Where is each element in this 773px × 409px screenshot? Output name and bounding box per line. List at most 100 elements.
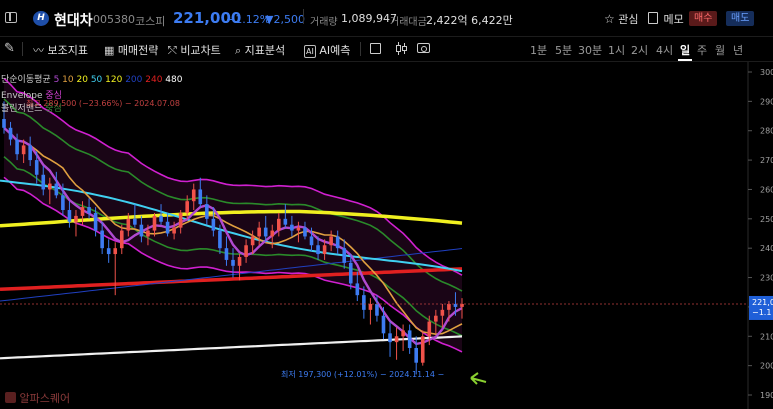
y-tick-label: 260 (760, 185, 773, 194)
star-icon: ☆ (604, 12, 615, 26)
candle-body (244, 245, 248, 257)
candle-body (54, 183, 59, 196)
ma-period-20: 20 (73, 75, 88, 85)
candle-body (113, 248, 118, 255)
candle-body (460, 303, 464, 307)
timeframe-9[interactable]: 년 (733, 42, 743, 58)
candle-body (8, 127, 13, 140)
candle-body (172, 227, 176, 234)
candle-body (126, 218, 131, 231)
candle-body (159, 215, 163, 222)
candle-body (453, 303, 458, 307)
candle-body (362, 295, 366, 310)
candle-body (447, 303, 451, 310)
sidebar-toggle-icon[interactable] (5, 12, 17, 23)
candle-body (316, 245, 320, 255)
candle-body (15, 139, 19, 155)
candle-body (48, 183, 52, 190)
y-tick-label: 300 (760, 68, 773, 77)
amount-label: 거래대금 (390, 17, 427, 28)
y-tick-label: 230 (760, 274, 773, 283)
candle-body (401, 330, 405, 337)
indicator-chart-icon: 〰 (33, 44, 44, 57)
timeframe-3[interactable]: 1시 (608, 42, 625, 58)
high-marker-label: 최고 289,500 (−23.66%) − 2024.07.08 (26, 99, 180, 108)
candle-body (100, 230, 104, 249)
strategy-button[interactable]: ▦ 매매전략 (104, 42, 158, 58)
buy-button[interactable]: 매수 (689, 11, 718, 26)
candle-body (237, 256, 242, 266)
candle-body (41, 174, 46, 190)
candle-body (231, 259, 235, 266)
y-tick-label: 240 (760, 244, 773, 253)
stock-name: 현대차 (54, 13, 93, 29)
strategy-label: 매매전략 (117, 44, 159, 57)
price-chart[interactable]: 300290280270260250240230220210200190221,… (0, 62, 773, 409)
timeframe-4[interactable]: 2시 (631, 42, 648, 58)
candle-body (106, 248, 111, 255)
candle-body (224, 248, 229, 260)
candle-body (178, 212, 183, 228)
watermark: 알파스퀘어 (5, 390, 70, 406)
candle-body (329, 236, 333, 246)
candle-body (434, 315, 438, 322)
ma-period-120: 120 (102, 75, 123, 85)
compare-icon: ⤲ (168, 44, 177, 57)
candle-body (61, 195, 65, 211)
candle-body (67, 210, 72, 222)
ma-period-10: 10 (59, 75, 74, 85)
ai-predict-button[interactable]: AI AI예측 (304, 42, 350, 58)
y-tick-label: 250 (760, 215, 773, 224)
compare-button[interactable]: ⤲ 비교차트 (168, 42, 221, 58)
timeframe-6[interactable]: 일 (680, 42, 690, 58)
candlestick-icon[interactable] (396, 42, 408, 55)
green-arrow-icon (470, 372, 487, 385)
divider (303, 9, 304, 24)
candle-body (80, 207, 85, 216)
watermark-text: 알파스퀘어 (19, 392, 71, 405)
candle-body (303, 227, 307, 237)
ma-period-200: 200 (122, 75, 143, 85)
timeframe-0[interactable]: 1분 (530, 42, 547, 58)
candle-body (381, 315, 386, 334)
candle-body (407, 330, 412, 349)
camera-icon[interactable] (417, 43, 430, 53)
candle-body (348, 262, 353, 284)
timeframe-1[interactable]: 5분 (555, 42, 572, 58)
candle-body (34, 160, 39, 175)
candle-body (146, 230, 150, 237)
candle-body (133, 218, 137, 225)
active-timeframe-underline (678, 59, 692, 61)
candle-body (414, 348, 418, 363)
candle-body (21, 145, 26, 155)
candle-body (74, 215, 78, 222)
memo-button[interactable]: 메모 (648, 11, 684, 27)
candle-body (93, 212, 98, 231)
volume-label: 거래량 (310, 17, 338, 28)
chart-type-square-icon[interactable] (370, 43, 381, 54)
candle-body (191, 189, 196, 202)
candle-body (342, 248, 347, 263)
ma-period-50: 50 (87, 75, 103, 85)
analysis-button[interactable]: ⌕ 지표분석 (235, 42, 285, 58)
candle-body (185, 201, 189, 213)
divider (22, 42, 23, 56)
candle-body (28, 145, 32, 161)
timeframe-5[interactable]: 4시 (656, 42, 673, 58)
candle-body (290, 224, 294, 231)
candle-body (309, 236, 314, 246)
analysis-label: 지표분석 (244, 44, 286, 57)
candle-body (198, 189, 203, 205)
compare-label: 비교차트 (180, 44, 221, 57)
candle-body (87, 207, 91, 213)
indicators-button[interactable]: 〰 보조지표 (33, 42, 88, 58)
candle-body (211, 218, 216, 231)
watch-button[interactable]: ☆ 관심 (604, 11, 639, 27)
current-price-tag-change: −1.1 (752, 308, 771, 317)
timeframe-8[interactable]: 월 (715, 42, 725, 58)
pencil-icon[interactable]: ✎ (4, 41, 15, 56)
sell-button[interactable]: 매도 (726, 11, 755, 26)
change-percent: −1.12% (226, 13, 271, 26)
timeframe-7[interactable]: 주 (697, 42, 707, 58)
timeframe-2[interactable]: 30분 (578, 42, 602, 58)
